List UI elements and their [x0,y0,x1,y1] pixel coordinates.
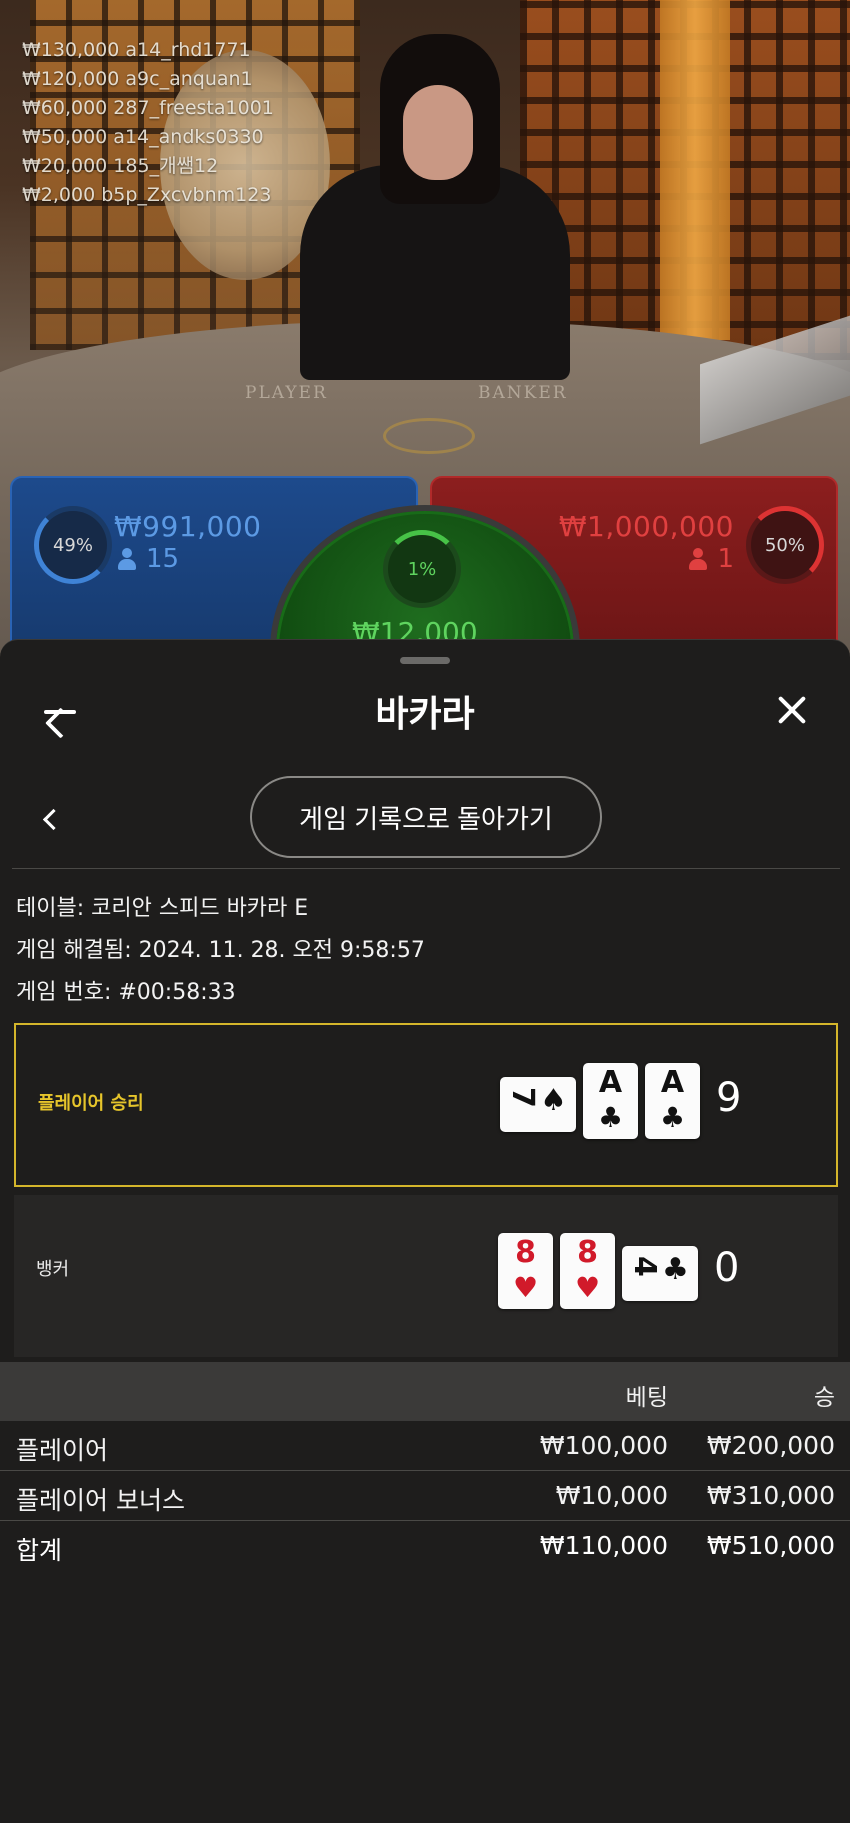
table-row-total: 합계 ₩110,000 ₩510,000 [0,1521,850,1571]
playing-card: A ♣ [583,1063,638,1139]
meta-resolved-value: 2024. 11. 28. 오전 9:58:57 [138,938,425,963]
meta-table-label: 테이블: [16,896,85,921]
bets-header-bet: 베팅 [625,1385,668,1411]
felt-chip-marker [383,418,475,454]
banker-bettor-count: 1 [689,544,734,574]
banker-percent-ring: 50% [746,506,824,584]
bet-feed-row: ₩20,000 185_개쌤12 [22,155,219,177]
playing-card: 4 ♣ [622,1246,698,1301]
playing-card: 7 ♠ [500,1077,576,1132]
bets-header-win: 승 [813,1385,835,1411]
player-percent-ring: 49% [34,506,112,584]
card-rank: 4 [627,1256,662,1277]
bet-feed-row: ₩50,000 a14_andks0330 [22,126,264,148]
card-rank: 8 [577,1235,598,1270]
playing-card: 8 ♥ [498,1233,553,1309]
total-label: 합계 [16,1536,63,1565]
total-win-amount: ₩510,000 [706,1531,835,1560]
banker-score: 0 [714,1245,740,1291]
back-to-history-button[interactable]: 게임 기록으로 돌아가기 [250,776,602,858]
chevron-left-icon[interactable] [36,800,66,840]
banker-bettor-count-value: 1 [717,544,734,574]
user-icon [689,548,708,570]
meta-game-number-label: 게임 번호: [16,980,112,1005]
bet-feed-row: ₩120,000 a9c_anquan1 [22,68,253,90]
player-result-label: 플레이어 승리 [38,1093,144,1114]
card-rank: 8 [515,1235,536,1270]
card-rank: A [660,1065,685,1100]
playing-card: A ♣ [645,1063,700,1139]
bet-feed-row: ₩130,000 a14_rhd1771 [22,39,251,61]
dealer-face [403,85,473,180]
club-icon: ♣ [659,1101,686,1134]
user-icon [118,548,136,570]
club-icon: ♣ [662,1252,689,1287]
background-lamp [660,0,730,340]
player-percent: 49% [52,534,93,556]
player-total-bet: ₩991,000 [114,510,262,543]
bet-amount: ₩100,000 [539,1431,668,1460]
tie-percent-ring: 1% [383,530,461,608]
game-detail-sheet: 바카라 게임 기록으로 돌아가기 테이블: 코리안 스피드 바카라 E 게임 해… [0,639,850,1823]
sheet-drag-handle[interactable] [400,657,450,664]
total-bet-amount: ₩110,000 [539,1531,668,1560]
bet-feed-row: ₩2,000 b5p_Zxcvbnm123 [22,184,272,206]
divider [12,868,840,869]
meta-game-number-value: #00:58:33 [118,980,236,1005]
sheet-title: 바카라 [375,694,475,735]
banker-percent: 50% [764,534,805,556]
banker-total-bet: ₩1,000,000 [558,510,734,543]
win-amount: ₩310,000 [706,1481,835,1510]
meta-resolved-label: 게임 해결됨: [16,938,132,963]
spade-icon: ♠ [540,1083,567,1118]
felt-label-banker: BANKER [478,383,568,403]
banker-result-label: 뱅커 [36,1259,70,1280]
table-row: 플레이어 ₩100,000 ₩200,000 [0,1421,850,1471]
close-icon[interactable] [772,690,812,730]
card-rank: A [598,1065,623,1100]
meta-table: 테이블: 코리안 스피드 바카라 E [16,890,308,922]
heart-icon: ♥ [574,1271,601,1304]
card-rank: 7 [505,1087,540,1108]
meta-resolved: 게임 해결됨: 2024. 11. 28. 오전 9:58:57 [16,932,425,964]
player-bettor-count: 15 [118,544,179,574]
bet-amount: ₩10,000 [555,1481,668,1510]
heart-icon: ♥ [512,1271,539,1304]
bet-feed: ₩130,000 a14_rhd1771 ₩120,000 a9c_anquan… [22,36,274,210]
meta-table-value: 코리안 스피드 바카라 E [91,896,309,921]
player-score: 9 [716,1075,742,1121]
win-amount: ₩200,000 [706,1431,835,1460]
bet-feed-row: ₩60,000 287_freesta1001 [22,97,274,119]
felt-label-player: PLAYER [245,383,328,403]
player-bettor-count-value: 15 [146,544,180,574]
banker-result: 뱅커 8 ♥ 8 ♥ 4 ♣ 0 [14,1195,838,1357]
player-result: 플레이어 승리 7 ♠ A ♣ A ♣ 9 [14,1023,838,1187]
bets-table-header: 베팅 승 [0,1362,850,1421]
table-row: 플레이어 보너스 ₩10,000 ₩310,000 [0,1471,850,1521]
meta-game-number: 게임 번호: #00:58:33 [16,974,236,1006]
club-icon: ♣ [597,1101,624,1134]
tie-percent: 1% [407,558,437,580]
bet-name: 플레이어 보너스 [16,1486,185,1515]
bet-name: 플레이어 [16,1436,109,1465]
playing-card: 8 ♥ [560,1233,615,1309]
